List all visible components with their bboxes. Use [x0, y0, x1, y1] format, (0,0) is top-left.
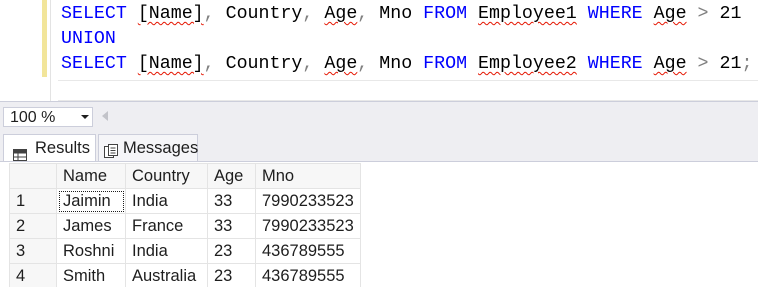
table-cell[interactable]: Australia — [125, 263, 208, 287]
table-cell[interactable]: Smith — [56, 263, 126, 287]
table-cell[interactable]: 436789555 — [255, 263, 361, 287]
column-header-country[interactable]: Country — [125, 163, 208, 189]
zoom-value: 100 % — [10, 109, 56, 126]
tab-results[interactable]: Results — [3, 134, 96, 161]
literal: 21 — [719, 54, 742, 74]
keyword: SELECT — [61, 4, 127, 24]
results-grid[interactable]: Name Country Age Mno 1 Jaimin India 33 7… — [0, 161, 758, 287]
editor-gutter-separator — [50, 0, 51, 101]
identifier: Age — [324, 54, 358, 74]
identifier: Mno — [379, 4, 413, 24]
table-cell[interactable]: India — [125, 188, 208, 214]
row-number[interactable]: 3 — [9, 238, 57, 264]
column-header-name[interactable]: Name — [56, 163, 126, 189]
identifier: Age — [324, 4, 358, 24]
literal: 21 — [719, 4, 742, 24]
code-line-3[interactable]: SELECT [Name], Country, Age, Mno FROM Em… — [61, 52, 752, 76]
table-cell[interactable]: Jaimin — [56, 188, 126, 214]
identifier: [Name] — [137, 4, 204, 24]
table-row[interactable]: 4 Smith Australia 23 436789555 — [9, 263, 361, 287]
row-number[interactable]: 4 — [9, 263, 57, 287]
header-row: Name Country Age Mno — [9, 163, 361, 189]
keyword: WHERE — [587, 4, 643, 24]
separator: , — [357, 54, 369, 74]
keyword: FROM — [423, 54, 468, 74]
table-cell[interactable]: India — [125, 238, 208, 264]
zoom-dropdown[interactable]: 100 % — [3, 107, 93, 127]
corner-cell[interactable] — [9, 163, 57, 189]
keyword: SELECT — [61, 54, 127, 74]
separator: , — [203, 54, 215, 74]
table-cell[interactable]: 23 — [207, 263, 256, 287]
keyword: WHERE — [587, 54, 643, 74]
operator: > — [697, 4, 709, 24]
table-cell[interactable]: 436789555 — [255, 238, 361, 264]
horizontal-scrollbar[interactable] — [114, 105, 758, 129]
identifier: Country — [225, 54, 303, 74]
editor-status-bar: 100 % — [0, 101, 758, 131]
row-number[interactable]: 1 — [9, 188, 57, 214]
tab-results-label: Results — [35, 139, 91, 157]
table-row[interactable]: 3 Roshni India 23 436789555 — [9, 238, 361, 264]
separator: , — [203, 4, 215, 24]
chevron-down-icon[interactable] — [81, 115, 89, 119]
statement-terminator: ; — [741, 54, 753, 74]
table-cell[interactable]: 7990233523 — [255, 188, 361, 214]
identifier: Country — [225, 4, 303, 24]
table-cell[interactable]: 33 — [207, 188, 256, 214]
table-name: Employee1 — [478, 4, 577, 24]
change-indicator-bar — [42, 0, 47, 77]
results-tabstrip: Results Messages — [0, 131, 758, 161]
separator: , — [302, 54, 314, 74]
tab-messages-label: Messages — [123, 139, 199, 157]
row-number[interactable]: 2 — [9, 213, 57, 239]
scroll-left-arrow-icon[interactable] — [102, 111, 108, 121]
table-cell[interactable]: France — [125, 213, 208, 239]
identifier: Age — [653, 4, 687, 24]
tab-messages[interactable]: Messages — [98, 134, 198, 161]
operator: > — [697, 54, 709, 74]
table-cell[interactable]: 33 — [207, 213, 256, 239]
keyword: FROM — [423, 4, 468, 24]
code-line-1[interactable]: SELECT [Name], Country, Age, Mno FROM Em… — [61, 2, 741, 26]
separator: , — [357, 4, 369, 24]
current-line-highlight — [58, 80, 758, 101]
table-cell[interactable]: 7990233523 — [255, 213, 361, 239]
editor-gutter — [0, 0, 40, 101]
identifier: Age — [653, 54, 687, 74]
keyword: UNION — [61, 29, 116, 49]
table-cell[interactable]: 23 — [207, 238, 256, 264]
code-line-2[interactable]: UNION — [61, 27, 116, 51]
table-row[interactable]: 1 Jaimin India 33 7990233523 — [9, 188, 361, 214]
identifier: [Name] — [137, 54, 204, 74]
column-header-mno[interactable]: Mno — [255, 163, 361, 189]
table-row[interactable]: 2 James France 33 7990233523 — [9, 213, 361, 239]
column-header-age[interactable]: Age — [207, 163, 256, 189]
results-table: Name Country Age Mno 1 Jaimin India 33 7… — [9, 163, 361, 287]
table-name: Employee2 — [478, 54, 577, 74]
separator: , — [302, 4, 314, 24]
identifier: Mno — [379, 54, 413, 74]
query-editor[interactable]: SELECT [Name], Country, Age, Mno FROM Em… — [0, 0, 758, 101]
table-cell[interactable]: Roshni — [56, 238, 126, 264]
table-cell[interactable]: James — [56, 213, 126, 239]
